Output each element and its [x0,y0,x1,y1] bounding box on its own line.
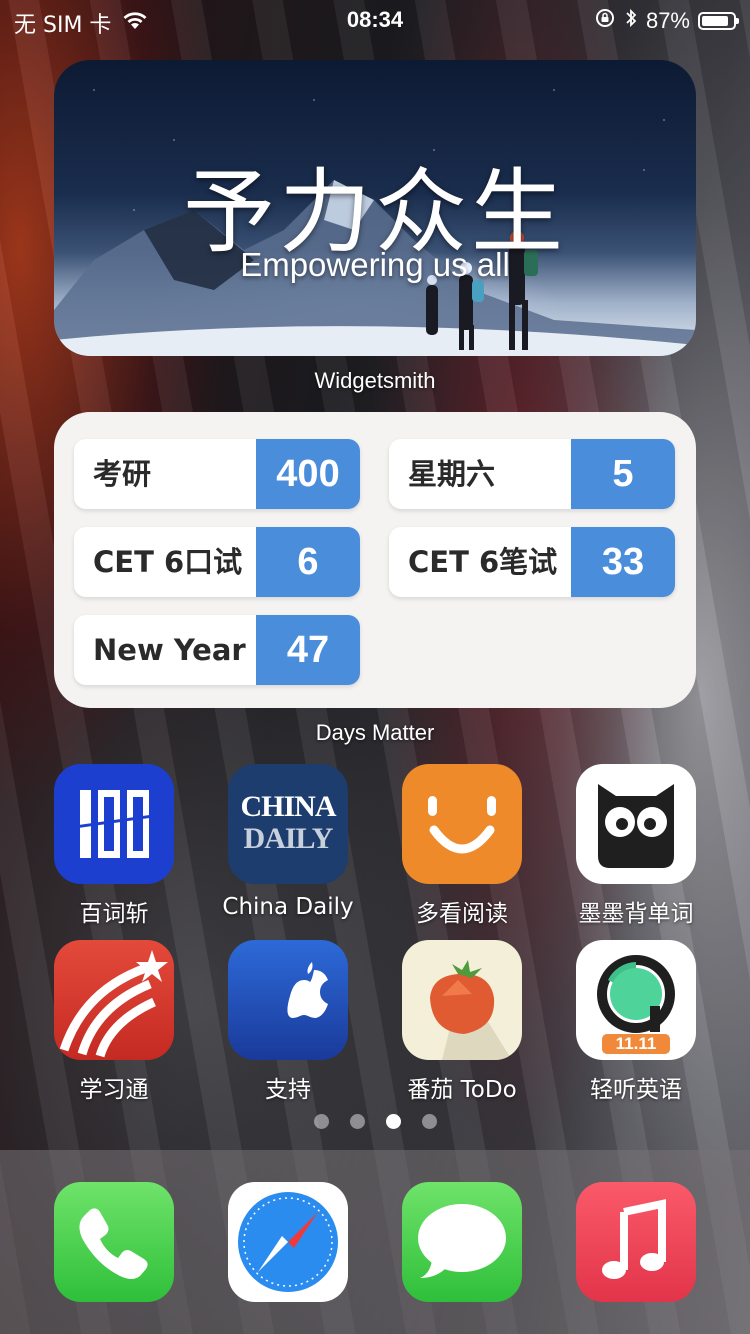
music-icon[interactable] [576,1182,696,1302]
countdown-days: 6 [256,527,360,597]
countdown-name: CET 6口试 [93,545,243,579]
china-daily-wordmark-top: CHINA [240,790,336,823]
countdown-name: 星期六 [408,457,496,491]
countdown-days: 47 [256,615,360,685]
momo-owl-icon [576,764,696,884]
apple-support-icon [228,940,348,1060]
app-momo[interactable]: 墨墨背单词 [556,764,716,928]
battery-icon [698,12,739,30]
page-dot[interactable] [421,1114,437,1129]
countdown-days: 400 [256,439,360,509]
app-label: 墨墨背单词 [578,901,694,927]
widgetsmith-label: Widgetsmith [314,368,436,393]
battery-percent: 87% [645,8,690,33]
phone-icon[interactable] [54,1182,174,1302]
days-matter-label: Days Matter [315,720,435,745]
status-bar: 无 SIM 卡 08:34 87% [0,0,750,40]
app-label: 支持 [265,1077,311,1103]
countdown-days: 33 [571,527,675,597]
bluetooth-icon [624,7,638,35]
app-china-daily[interactable]: CHINA DAILY China Daily [208,764,368,920]
messages-icon[interactable] [402,1182,522,1302]
china-daily-wordmark-bottom: DAILY [243,822,334,855]
app-label: 番茄 ToDo [407,1077,517,1103]
safari-icon[interactable] [228,1182,348,1302]
page-indicator[interactable] [0,1114,750,1129]
countdown-item[interactable]: CET 6口试 6 [74,527,360,597]
qingting-icon: 11.11 [576,940,696,1060]
countdown-name: 考研 [93,457,152,491]
countdown-name: New Year [93,633,246,667]
app-duokan[interactable]: 多看阅读 [382,764,542,928]
duokan-icon [402,764,522,884]
widget-subtitle: Empowering us all [240,246,510,283]
promo-badge: 11.11 [615,1034,657,1053]
dock [0,1150,750,1334]
app-xuexitong[interactable]: 学习通 [34,940,194,1104]
days-matter-widget[interactable]: 考研 400 星期六 5 CET 6口试 6 CET 6笔试 33 New Ye… [54,412,696,708]
app-label: 多看阅读 [416,901,508,927]
countdown-item[interactable]: 考研 400 [74,439,360,509]
countdown-days: 5 [571,439,675,509]
page-dot[interactable] [349,1114,365,1129]
app-label: China Daily [222,894,354,920]
app-label: 百词斩 [79,901,149,927]
app-support[interactable]: 支持 [208,940,368,1104]
page-dot[interactable] [313,1114,329,1129]
app-label: 轻听英语 [590,1077,682,1103]
china-daily-icon: CHINA DAILY [228,764,348,884]
app-qingting[interactable]: 11.11 轻听英语 [556,940,716,1104]
countdown-item[interactable]: 星期六 5 [389,439,675,509]
countdown-item[interactable]: CET 6笔试 33 [389,527,675,597]
widgetsmith-widget[interactable]: 予力众生 Empowering us all [54,60,696,356]
tomato-icon [402,940,522,1060]
xuexitong-icon [54,940,174,1060]
page-dot-active[interactable] [385,1114,401,1129]
app-label: 学习通 [79,1077,149,1103]
battery-level [702,16,728,26]
countdown-item[interactable]: New Year 47 [74,615,360,685]
app-baicizhan[interactable]: 百词斩 [34,764,194,928]
baicizhan-icon [54,764,174,884]
orientation-lock-icon [594,7,616,35]
app-tomato-todo[interactable]: 番茄 ToDo [382,940,542,1104]
countdown-name: CET 6笔试 [408,545,558,579]
